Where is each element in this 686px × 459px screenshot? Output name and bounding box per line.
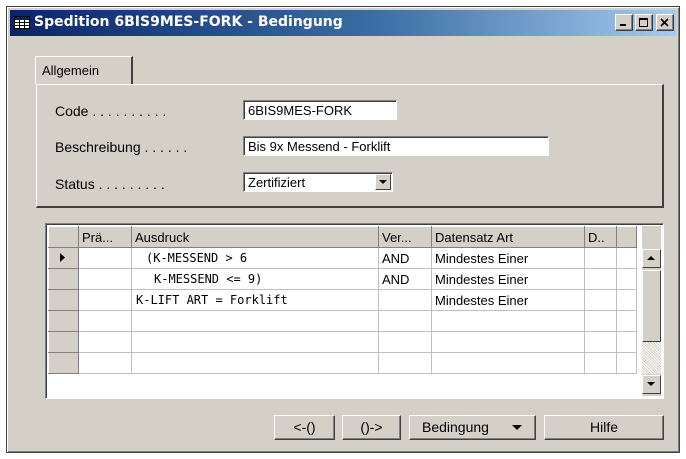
col-header-prae[interactable]: Prä... [78,226,132,248]
maximize-button[interactable] [635,14,653,31]
col-header-datensatz-art[interactable]: Datensatz Art [431,226,585,248]
row-selector[interactable] [48,289,79,311]
current-row-arrow-icon [60,253,65,262]
cell-prae[interactable] [78,352,132,374]
cell-d[interactable] [584,268,617,290]
cell-prae[interactable] [78,268,132,290]
cell-d[interactable] [584,247,617,269]
row-selector[interactable] [48,310,79,332]
table-form-icon [14,16,30,29]
title-bar[interactable]: Spedition 6BIS9MES-FORK - Bedingung [10,10,676,36]
cell-d[interactable] [584,289,617,311]
col-header-ausdruck[interactable]: Ausdruck [131,226,379,248]
cell-ausdruck[interactable] [131,352,379,374]
status-select[interactable]: Zertifiziert [243,172,393,192]
cell-datensatz-art[interactable]: Mindestes Einer [431,289,585,311]
cell-prae[interactable] [78,289,132,311]
table-row[interactable]: K-MESSEND <= 9) AND Mindestes Einer [48,268,637,290]
cell-ausdruck[interactable] [131,331,379,353]
cell-filler [616,352,637,374]
cell-prae[interactable] [78,310,132,332]
bedingung-menu-button[interactable]: Bedingung [409,415,536,440]
cell-ver[interactable]: AND [378,247,432,269]
condition-table: Prä... Ausdruck Ver... Datensatz Art D..… [45,223,664,399]
col-header-d[interactable]: D.. [584,226,617,248]
cell-datensatz-art[interactable] [431,310,585,332]
table-row[interactable]: K-LIFT ART = Forklift Mindestes Einer [48,289,637,311]
tab-allgemein[interactable]: Allgemein [35,56,133,84]
scroll-down-icon [647,382,655,386]
row-selector[interactable] [48,247,79,269]
window-title: Spedition 6BIS9MES-FORK - Bedingung [34,14,343,30]
cell-filler [616,310,637,332]
cell-ausdruck[interactable]: (K-MESSEND > 6 [131,247,379,269]
bedingung-label: Bedingung [422,419,489,435]
cell-d[interactable] [584,310,617,332]
indent-right-button[interactable]: ()-> [342,415,401,440]
table-row[interactable]: (K-MESSEND > 6 AND Mindestes Einer [48,247,637,269]
maximize-icon [639,18,648,27]
hilfe-button[interactable]: Hilfe [544,415,664,440]
row-selector[interactable] [48,352,79,374]
code-field[interactable]: 6BIS9MES-FORK [243,100,397,120]
table-row[interactable] [48,310,637,332]
cell-datensatz-art[interactable]: Mindestes Einer [431,247,585,269]
table-row[interactable] [48,352,637,374]
cell-ver[interactable] [378,331,432,353]
cell-ausdruck[interactable]: K-MESSEND <= 9) [131,268,379,290]
condition-grid: Prä... Ausdruck Ver... Datensatz Art D..… [48,226,637,374]
cell-filler [616,289,637,311]
cell-datensatz-art[interactable]: Mindestes Einer [431,268,585,290]
code-label: Code . . . . . . . . . . [55,103,167,119]
chevron-down-icon [512,425,522,430]
cell-prae[interactable] [78,247,132,269]
minimize-button[interactable] [615,14,633,31]
cell-ver[interactable] [378,310,432,332]
table-row[interactable] [48,331,637,353]
cell-datensatz-art[interactable] [431,331,585,353]
cell-filler [616,331,637,353]
cell-prae[interactable] [78,331,132,353]
cell-ausdruck[interactable] [131,310,379,332]
row-selector-header [48,226,79,248]
beschreibung-label: Beschreibung . . . . . . [55,139,188,155]
header-filler [616,226,637,248]
indent-left-button[interactable]: <-() [274,415,335,440]
cell-d[interactable] [584,352,617,374]
close-button[interactable] [656,14,674,31]
cell-datensatz-art[interactable] [431,352,585,374]
tab-allgemein-label: Allgemein [42,63,100,78]
scroll-down-button[interactable] [642,375,661,394]
minimize-icon [620,24,626,26]
col-header-ver[interactable]: Ver... [378,226,432,248]
beschreibung-field[interactable]: Bis 9x Messend - Forklift [243,136,549,156]
cell-ver[interactable] [378,289,432,311]
close-icon [660,18,669,27]
scroll-up-button[interactable] [642,249,661,268]
table-header: Prä... Ausdruck Ver... Datensatz Art D.. [48,226,637,248]
cell-filler [616,247,637,269]
scroll-thumb[interactable] [642,270,661,342]
status-dropdown-button[interactable] [375,174,391,190]
cell-ausdruck[interactable]: K-LIFT ART = Forklift [131,289,379,311]
cell-filler [616,268,637,290]
vertical-scrollbar[interactable] [642,226,661,396]
row-selector[interactable] [48,331,79,353]
cell-d[interactable] [584,331,617,353]
cell-ver[interactable]: AND [378,268,432,290]
status-label: Status . . . . . . . . . [55,176,165,192]
chevron-down-icon [379,180,387,184]
status-value: Zertifiziert [248,175,306,190]
row-selector[interactable] [48,268,79,290]
cell-ver[interactable] [378,352,432,374]
scroll-up-icon [647,256,655,260]
